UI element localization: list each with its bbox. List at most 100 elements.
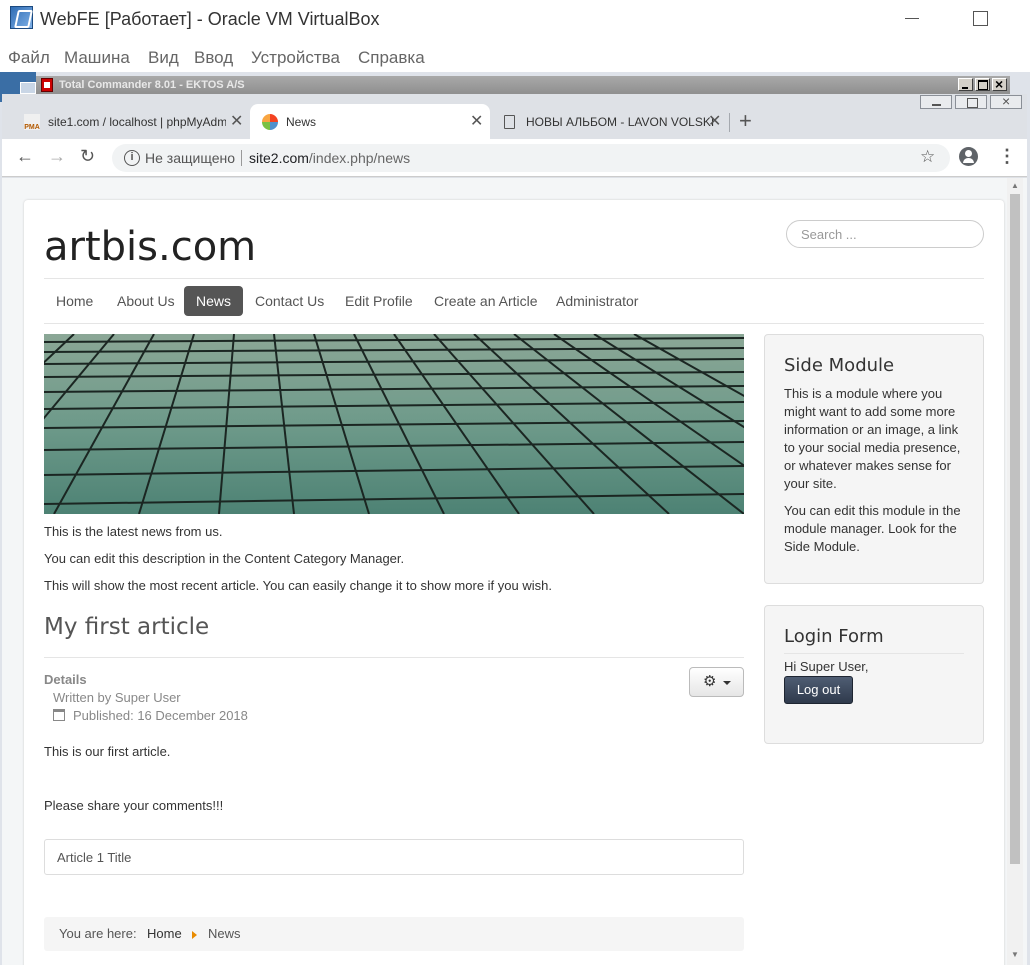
intro-text-1: This is the latest news from us. xyxy=(44,524,223,539)
details-label: Details xyxy=(44,672,87,687)
divider xyxy=(44,278,984,279)
nav-item-administrator[interactable]: Administrator xyxy=(544,286,650,316)
menu-file[interactable]: Файл xyxy=(8,48,50,68)
login-greeting: Hi Super User, xyxy=(784,659,869,674)
category-banner-image xyxy=(44,334,744,514)
url-text[interactable]: site2.com/index.php/news xyxy=(249,150,410,166)
forward-arrow-icon[interactable]: → xyxy=(48,146,66,167)
browser-close-button[interactable] xyxy=(990,93,1022,109)
divider xyxy=(44,657,744,658)
joomla-icon xyxy=(262,114,278,130)
close-icon[interactable]: ✕ xyxy=(708,111,721,131)
scrollbar-thumb[interactable] xyxy=(1010,194,1020,864)
close-icon[interactable]: ✕ xyxy=(230,111,243,131)
intro-text-3: This will show the most recent article. … xyxy=(44,578,552,593)
login-form-module: Login Form Hi Super User, Log out xyxy=(764,605,984,744)
tab-phpmyadmin[interactable]: PMA site1.com / localhost | phpMyAdmin ✕ xyxy=(12,104,250,139)
maximize-button[interactable] xyxy=(973,11,988,26)
url-path: /index.php/news xyxy=(308,150,411,166)
glass-grid-pattern xyxy=(44,334,744,514)
nav-item-edit-profile[interactable]: Edit Profile xyxy=(333,286,425,316)
tab-title: News xyxy=(286,115,317,129)
breadcrumb-arrow-icon xyxy=(192,931,197,939)
page-viewport: artbis.com Search ... Home About Us News… xyxy=(2,178,1027,965)
tab-title: НОВЫ АЛЬБОМ - LAVON VOLSKI xyxy=(526,115,715,129)
article-body-2: Please share your comments!!! xyxy=(44,798,224,813)
menu-machine[interactable]: Машина xyxy=(64,48,130,68)
article-published: Published: 16 December 2018 xyxy=(53,708,248,723)
calendar-icon xyxy=(53,709,65,721)
virtualbox-menubar: Файл Машина Вид Ввод Устройства Справка xyxy=(0,40,1030,72)
side-module: Side Module This is a module where you m… xyxy=(764,334,984,584)
scroll-up-arrow-icon[interactable]: ▲ xyxy=(1011,181,1019,190)
site-brand[interactable]: artbis.com xyxy=(44,224,256,270)
total-commander-icon xyxy=(41,78,53,92)
logout-button[interactable]: Log out xyxy=(784,676,853,704)
tab-lavon-volski[interactable]: НОВЫ АЛЬБОМ - LAVON VOLSKI ✕ xyxy=(490,104,730,139)
guest-display: Total Commander 8.01 - EKTOS A/S PMA sit… xyxy=(0,72,1030,965)
browser-toolbar: ← → ↻ i Не защищено site2.com/index.php/… xyxy=(2,139,1027,177)
menu-view[interactable]: Вид xyxy=(148,48,179,68)
url-host: site2.com xyxy=(249,150,309,166)
tc-maximize-button[interactable] xyxy=(975,78,990,91)
login-form-title: Login Form xyxy=(784,626,884,647)
breadcrumb-home[interactable]: Home xyxy=(147,926,182,941)
tc-close-button[interactable] xyxy=(992,76,1007,92)
nav-item-create-article[interactable]: Create an Article xyxy=(422,286,550,316)
page-container: artbis.com Search ... Home About Us News… xyxy=(24,200,1004,965)
total-commander-title: Total Commander 8.01 - EKTOS A/S xyxy=(59,79,245,91)
breadcrumb-current: News xyxy=(208,926,241,941)
article-actions-button[interactable]: ⚙ xyxy=(689,667,744,697)
security-label: Не защищено xyxy=(145,150,235,166)
nav-item-contact-us[interactable]: Contact Us xyxy=(243,286,336,316)
scroll-down-arrow-icon[interactable]: ▼ xyxy=(1011,950,1019,959)
address-bar[interactable]: i Не защищено site2.com/index.php/news ☆ xyxy=(112,144,950,172)
more-menu-icon[interactable]: ⋮ xyxy=(998,146,1016,167)
published-date: Published: 16 December 2018 xyxy=(73,708,248,723)
caret-down-icon xyxy=(723,681,731,685)
breadcrumb: You are here: Home News xyxy=(44,917,744,951)
search-input[interactable]: Search ... xyxy=(786,220,984,248)
nav-item-about-us[interactable]: About Us xyxy=(105,286,187,316)
reload-icon[interactable]: ↻ xyxy=(80,146,95,167)
intro-text-2: You can edit this description in the Con… xyxy=(44,551,405,566)
virtualbox-titlebar: WebFE [Работает] - Oracle VM VirtualBox xyxy=(0,0,1030,40)
close-icon[interactable]: ✕ xyxy=(470,111,483,131)
gear-icon: ⚙ xyxy=(703,673,717,690)
tab-title: site1.com / localhost | phpMyAdmin xyxy=(48,115,226,129)
minimize-button[interactable] xyxy=(905,8,919,28)
back-arrow-icon[interactable]: ← xyxy=(16,146,34,167)
divider xyxy=(44,323,984,324)
breadcrumb-label: You are here: xyxy=(59,926,137,941)
tab-separator xyxy=(729,113,730,132)
document-icon xyxy=(504,115,515,129)
browser-restore-button[interactable] xyxy=(955,95,987,109)
tc-minimize-button[interactable] xyxy=(958,78,973,91)
window-title: WebFE [Работает] - Oracle VM VirtualBox xyxy=(40,9,380,29)
total-commander-titlebar: Total Commander 8.01 - EKTOS A/S xyxy=(36,76,1010,94)
article-link-box[interactable]: Article 1 Title xyxy=(44,839,744,875)
tab-news[interactable]: News ✕ xyxy=(250,104,490,139)
vertical-scrollbar[interactable]: ▲ ▼ xyxy=(1007,178,1023,965)
article-author: Written by Super User xyxy=(53,690,181,705)
menu-input[interactable]: Ввод xyxy=(194,48,233,68)
phpmyadmin-icon: PMA xyxy=(24,114,40,131)
browser-minimize-button[interactable] xyxy=(920,95,952,109)
browser-window: PMA site1.com / localhost | phpMyAdmin ✕… xyxy=(2,93,1027,965)
account-icon[interactable] xyxy=(959,147,978,166)
virtualbox-logo-icon xyxy=(10,6,33,29)
side-module-title: Side Module xyxy=(784,355,895,376)
article-title[interactable]: My first article xyxy=(44,614,209,640)
nav-item-home[interactable]: Home xyxy=(44,286,105,316)
side-module-text-2: You can edit this module in the module m… xyxy=(784,503,961,554)
bookmark-star-icon[interactable]: ☆ xyxy=(920,147,935,167)
info-icon[interactable]: i xyxy=(124,150,140,166)
menu-help[interactable]: Справка xyxy=(358,48,425,68)
article-body-1: This is our first article. xyxy=(44,744,171,759)
side-module-text-1: This is a module where you might want to… xyxy=(784,386,961,491)
menu-devices[interactable]: Устройства xyxy=(251,48,340,68)
address-separator xyxy=(241,150,242,166)
divider xyxy=(784,653,964,654)
new-tab-button[interactable]: + xyxy=(739,108,752,134)
nav-item-news[interactable]: News xyxy=(184,286,244,316)
